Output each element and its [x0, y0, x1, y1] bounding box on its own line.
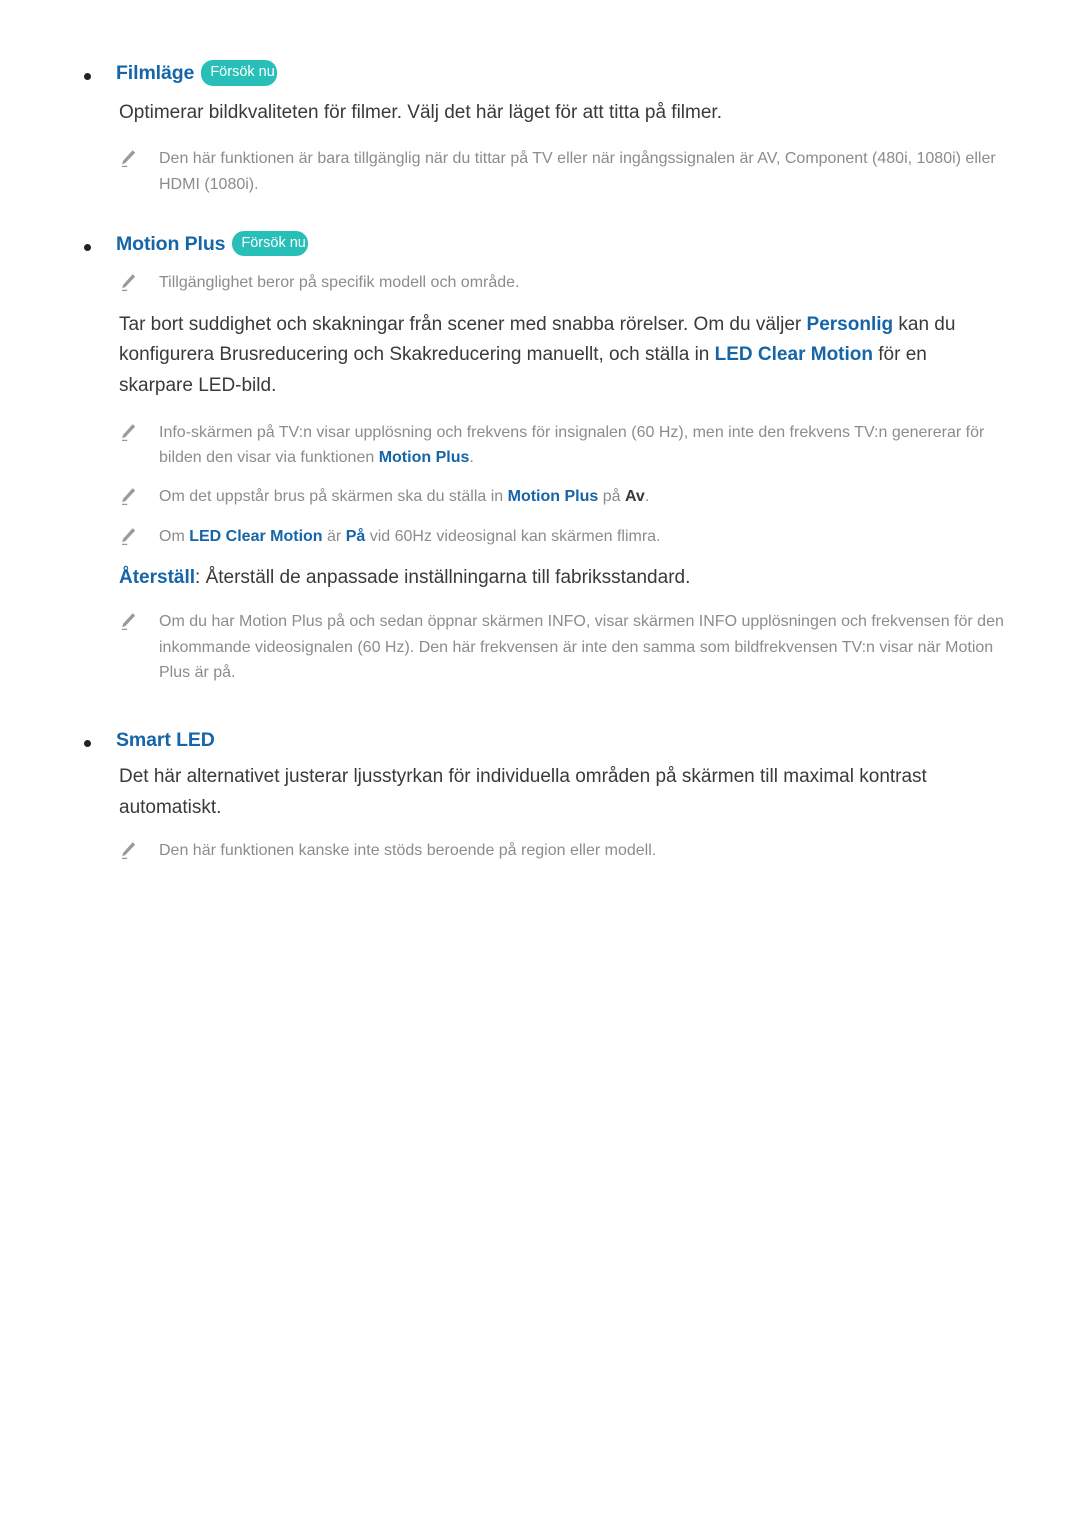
note-highlight-led-clear-motion: LED Clear Motion	[189, 527, 323, 545]
reset-label: Återställ	[119, 566, 196, 588]
try-now-badge-motion-plus[interactable]: Försök nu	[232, 230, 309, 257]
note-row: Om LED Clear Motion är På vid 60Hz video…	[72, 524, 1008, 549]
note-highlight-motion-plus: Motion Plus	[507, 488, 599, 506]
note-text: Info-skärmen på TV:n visar upplösning oc…	[159, 420, 1008, 471]
pencil-note-icon	[119, 527, 137, 547]
section-title-smart-led: Smart LED	[116, 729, 215, 752]
note-row: Om det uppstår brus på skärmen ska du st…	[72, 484, 1008, 509]
section-heading-motion-plus: Motion Plus Försök nu	[72, 230, 1008, 259]
note-text: Den här funktionen är bara tillgänglig n…	[159, 150, 996, 193]
note-text: Om LED Clear Motion är På vid 60Hz video…	[159, 524, 661, 549]
pencil-note-icon	[119, 273, 137, 293]
note-text-part: Om	[159, 527, 190, 545]
pencil-note-icon	[119, 423, 137, 443]
section-body-film-mode: Optimerar bildkvaliteten för filmer. Väl…	[119, 101, 722, 123]
section-body-motion-plus: Tar bort suddighet och skakningar från s…	[72, 310, 999, 402]
note-text-part: .	[469, 449, 474, 467]
note-text: Om det uppstår brus på skärmen ska du st…	[159, 484, 649, 509]
note-row: Den här funktionen kanske inte stöds ber…	[72, 838, 1008, 863]
document-page: Filmläge Försök nu Optimerar bildkvalite…	[0, 0, 1080, 1527]
note-text-part: vid 60Hz videosignal kan skärmen flimra.	[365, 527, 661, 545]
try-now-badge-film-mode[interactable]: Försök nu	[201, 60, 278, 86]
note-text-part: .	[644, 488, 650, 506]
pencil-note-icon	[119, 149, 137, 169]
note-row: Tillgänglighet beror på specifik modell …	[72, 270, 1008, 295]
reset-text: : Återställ de anpassade inställningarna…	[195, 566, 691, 588]
section-heading-smart-led: Smart LED	[72, 729, 1008, 752]
bullet-dot-icon	[84, 243, 91, 251]
note-row: Den här funktionen är bara tillgänglig n…	[72, 146, 1008, 197]
note-highlight-pa: På	[345, 527, 366, 545]
note-row: Om du har Motion Plus på och sedan öppna…	[72, 609, 1008, 685]
note-text: Den här funktionen kanske inte stöds ber…	[159, 841, 657, 859]
note-text: Om du har Motion Plus på och sedan öppna…	[159, 613, 1004, 681]
body-highlight-led-clear-motion: LED Clear Motion	[714, 344, 873, 366]
section-title-film-mode: Filmläge	[116, 62, 195, 84]
section-title-motion-plus: Motion Plus	[116, 232, 226, 255]
pencil-note-icon	[119, 612, 137, 632]
reset-description: Återställ: Återställ de anpassade instäl…	[72, 563, 1008, 593]
note-text-part: Info-skärmen på TV:n visar upplösning oc…	[159, 423, 985, 467]
note-text: Tillgänglighet beror på specifik modell …	[159, 274, 520, 292]
note-highlight-motion-plus: Motion Plus	[378, 449, 470, 467]
pencil-note-icon	[119, 487, 137, 507]
bullet-dot-icon	[84, 73, 91, 80]
section-heading-film-mode: Filmläge Försök nu	[72, 60, 1008, 88]
section-body-smart-led: Det här alternativet justerar ljusstyrka…	[119, 766, 927, 818]
note-text-part: Om det uppstår brus på skärmen ska du st…	[159, 488, 508, 506]
body-text-part: Tar bort suddighet och skakningar från s…	[119, 313, 807, 335]
body-highlight-personlig: Personlig	[806, 313, 894, 335]
note-text-part: på	[598, 488, 625, 506]
note-text-part: är	[322, 527, 346, 545]
bullet-dot-icon	[84, 740, 91, 748]
note-row: Info-skärmen på TV:n visar upplösning oc…	[72, 420, 1008, 471]
note-highlight-av: Av	[624, 488, 645, 506]
pencil-note-icon	[119, 841, 137, 861]
